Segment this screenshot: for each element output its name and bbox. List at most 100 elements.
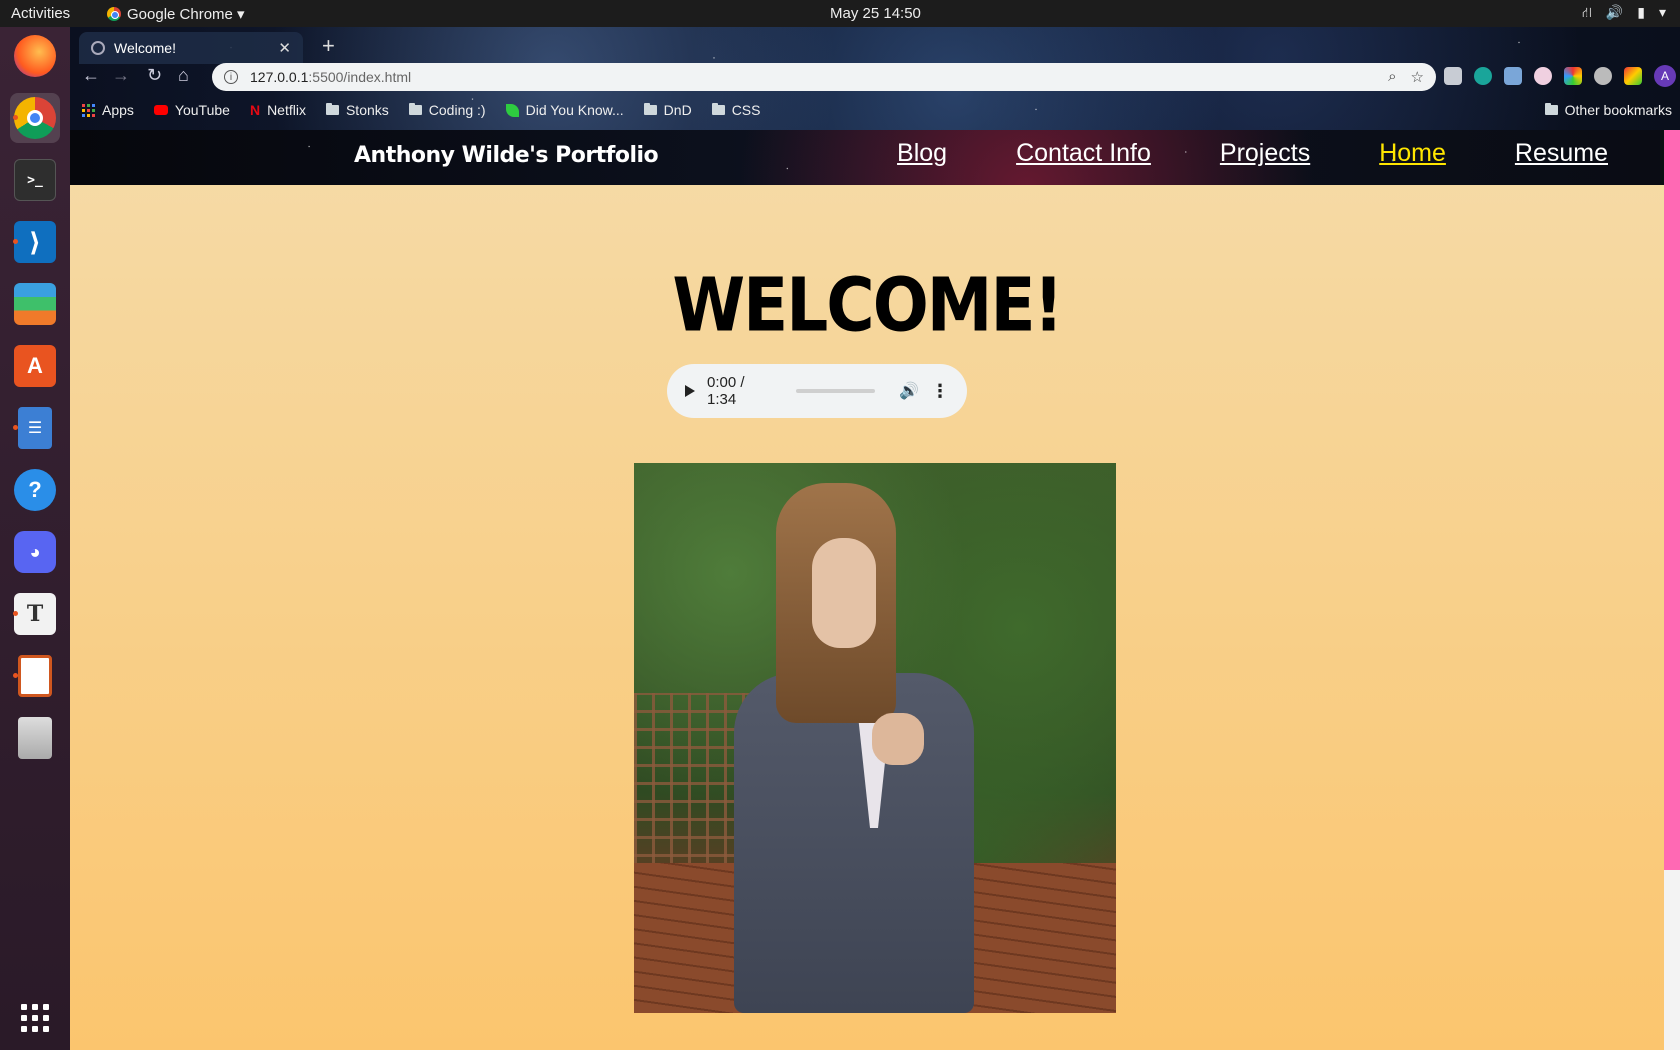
play-icon[interactable]: [685, 385, 695, 397]
netflix-icon: N: [249, 102, 261, 118]
nav-link-home[interactable]: Home: [1379, 139, 1446, 168]
discord-icon: ◕: [14, 531, 56, 573]
dock-terminal[interactable]: >_: [10, 155, 60, 205]
bookmark-label: Did You Know...: [525, 102, 624, 118]
bookmark-apps[interactable]: Apps: [82, 102, 134, 118]
bookmark-folder-stonks[interactable]: Stonks: [325, 102, 389, 118]
other-bookmarks[interactable]: Other bookmarks: [1544, 102, 1672, 118]
bookmark-did-you-know[interactable]: Did You Know...: [505, 102, 624, 118]
site-nav-links: Blog Contact Info Projects Home Resume: [897, 139, 1608, 168]
new-tab-button[interactable]: +: [322, 33, 335, 59]
bookmark-label: Apps: [102, 102, 134, 118]
network-icon: ⛙: [1581, 4, 1592, 20]
dock-help[interactable]: ?: [10, 465, 60, 515]
extension-icon[interactable]: [1594, 67, 1612, 85]
typora-icon: T: [14, 593, 56, 635]
folder-icon: [643, 103, 657, 115]
nav-link-resume[interactable]: Resume: [1515, 139, 1608, 168]
dock-archive-manager[interactable]: [10, 713, 60, 763]
dock-chrome[interactable]: [10, 93, 60, 143]
more-options-icon[interactable]: ⋮: [931, 381, 949, 402]
bookmark-folder-coding[interactable]: Coding :): [408, 102, 486, 118]
browser-frame: Welcome! ✕ + ← → ↻ ⌂ i 127.0.0.1:5500/in…: [70, 27, 1680, 130]
system-tray[interactable]: ⛙ 🔊 ▮ ▾: [1582, 4, 1666, 23]
power-menu-icon: ▾: [1658, 4, 1666, 20]
nav-link-blog[interactable]: Blog: [897, 139, 947, 168]
running-indicator: [13, 425, 18, 430]
nav-link-contact-info[interactable]: Contact Info: [1016, 139, 1151, 168]
youtube-icon: [153, 105, 168, 115]
tab-welcome[interactable]: Welcome! ✕: [79, 32, 303, 64]
audio-player: 0:00 / 1:34 🔊 ⋮: [667, 364, 967, 418]
terminal-icon: >_: [14, 159, 56, 201]
home-button[interactable]: ⌂: [178, 65, 189, 86]
leaf-icon: [505, 103, 519, 117]
audio-seek-bar[interactable]: [795, 389, 876, 393]
folder-icon: [325, 103, 339, 115]
bookmark-folder-css[interactable]: CSS: [711, 102, 761, 118]
folder-icon: [1544, 103, 1558, 115]
running-indicator: [13, 115, 18, 120]
site-info-icon[interactable]: i: [224, 70, 238, 84]
photo-hand: [872, 713, 924, 765]
dock-discord[interactable]: ◕: [10, 527, 60, 577]
volume-icon[interactable]: 🔊: [899, 381, 919, 401]
firefox-icon: [14, 35, 56, 77]
extension-icon[interactable]: [1474, 67, 1492, 85]
bookmark-label: CSS: [731, 102, 761, 118]
scrollbar-thumb[interactable]: [1664, 130, 1680, 870]
close-icon[interactable]: ✕: [278, 39, 291, 57]
app-menu-label: Google Chrome ▾: [127, 6, 245, 23]
site-navbar: Anthony Wilde's Portfolio Blog Contact I…: [70, 130, 1664, 185]
page-heading: WELCOME!: [672, 262, 1063, 349]
photo-face: [812, 538, 876, 648]
url-host: 127.0.0.1: [250, 69, 309, 85]
dock-impress[interactable]: [10, 651, 60, 701]
bookmark-label: Other bookmarks: [1564, 102, 1672, 118]
extension-icon[interactable]: [1624, 67, 1642, 85]
globe-icon: [91, 41, 105, 55]
system-top-bar: Activities Google Chrome ▾ May 25 14:50 …: [0, 0, 1680, 27]
dock-file-manager[interactable]: ☰: [10, 403, 60, 453]
site-title: Anthony Wilde's Portfolio: [354, 143, 659, 168]
chrome-icon: [14, 97, 56, 139]
volume-icon: 🔊: [1605, 4, 1624, 20]
address-bar[interactable]: i 127.0.0.1:5500/index.html ⌕ ☆: [212, 63, 1436, 91]
photo-person: [714, 483, 1014, 1013]
dock-firefox[interactable]: [10, 31, 60, 81]
file-cabinet-icon: ☰: [18, 407, 52, 449]
bookmark-star-icon[interactable]: ☆: [1411, 68, 1424, 86]
zoom-icon[interactable]: ⌕: [1388, 68, 1396, 86]
back-button[interactable]: ←: [82, 65, 100, 86]
clock[interactable]: May 25 14:50: [830, 5, 921, 22]
extension-icon[interactable]: [1444, 67, 1462, 85]
extension-icon[interactable]: [1534, 67, 1552, 85]
dock-vscode[interactable]: ⟩: [10, 217, 60, 267]
dock-typora[interactable]: T: [10, 589, 60, 639]
grid-icon: [21, 1004, 49, 1032]
archive-icon: [18, 717, 52, 759]
chrome-icon: [107, 7, 121, 21]
app-menu[interactable]: Google Chrome ▾: [107, 5, 245, 23]
layers-icon: [14, 283, 56, 325]
running-indicator: [13, 673, 18, 678]
web-page: Anthony Wilde's Portfolio Blog Contact I…: [70, 130, 1664, 1050]
bookmark-netflix[interactable]: N Netflix: [250, 102, 306, 118]
dock-layers-app[interactable]: [10, 279, 60, 329]
dock-software-center[interactable]: A: [10, 341, 60, 391]
bookmark-label: DnD: [663, 102, 692, 118]
nav-link-projects[interactable]: Projects: [1220, 139, 1310, 168]
bookmark-youtube[interactable]: YouTube: [153, 102, 230, 118]
extensions-bar: A ⋮: [1444, 65, 1680, 87]
activities-button[interactable]: Activities: [11, 5, 70, 22]
reload-button[interactable]: ↻: [147, 65, 162, 86]
extension-icon[interactable]: [1564, 67, 1582, 85]
show-applications-button[interactable]: [10, 993, 60, 1043]
forward-button[interactable]: →: [112, 65, 130, 86]
portrait-photo: [634, 463, 1116, 1013]
battery-icon: ▮: [1637, 4, 1645, 20]
extension-icon[interactable]: [1504, 67, 1522, 85]
profile-avatar[interactable]: A: [1654, 65, 1676, 87]
page-scrollbar[interactable]: [1664, 130, 1680, 1050]
bookmark-folder-dnd[interactable]: DnD: [643, 102, 692, 118]
